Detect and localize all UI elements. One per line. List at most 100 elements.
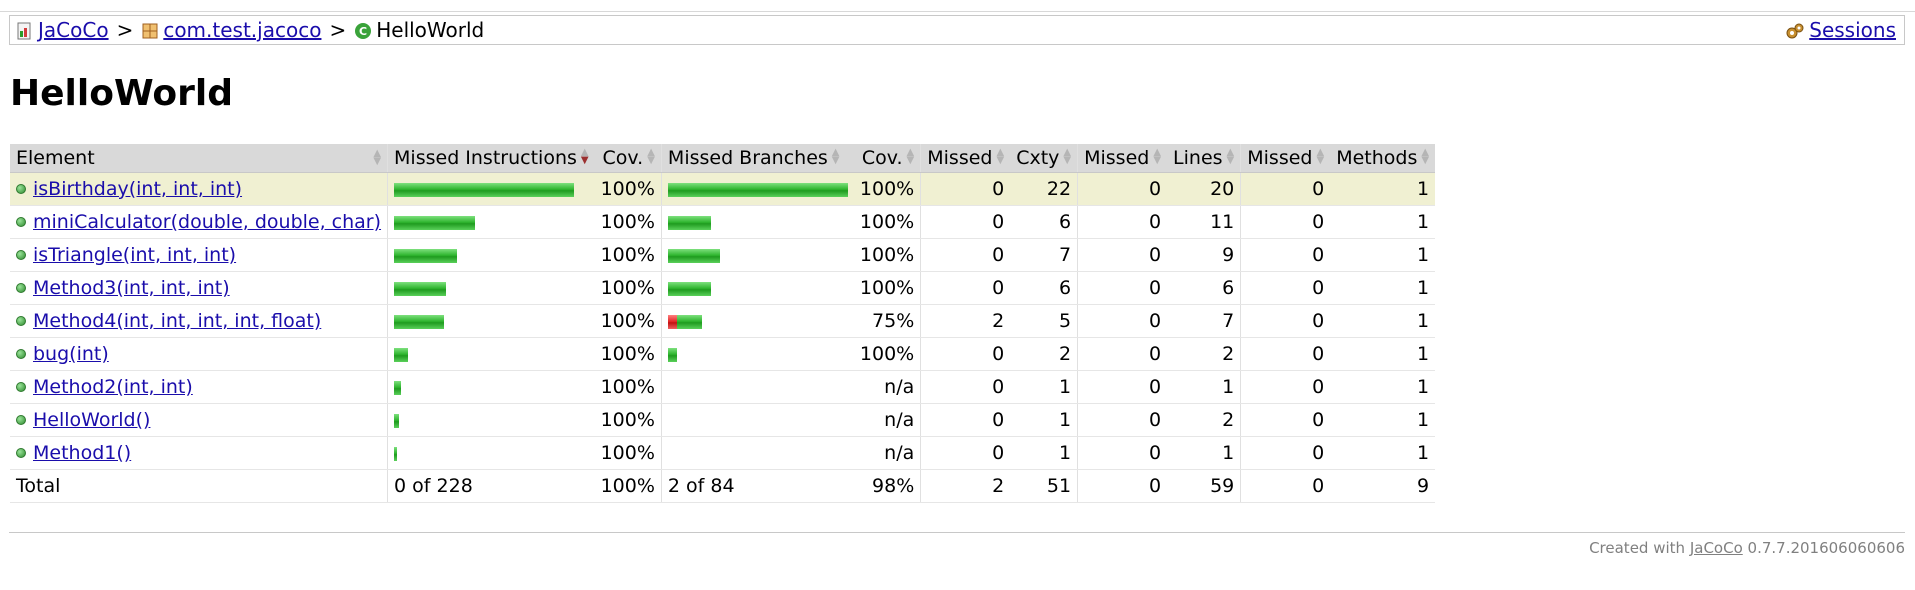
lines: 6	[1167, 271, 1241, 305]
lines: 9	[1167, 238, 1241, 272]
column-header-complexity[interactable]: Cxty ▲ ▼	[1010, 144, 1078, 173]
element-cell: Method4(int, int, int, int, float)	[10, 304, 388, 338]
methods: 1	[1330, 370, 1436, 404]
missed-lines: 0	[1077, 205, 1168, 239]
complexity: 1	[1010, 370, 1078, 404]
element-cell: miniCalculator(double, double, char)	[10, 205, 388, 239]
method-link[interactable]: Method2(int, int)	[33, 376, 193, 398]
footer-jacoco-link[interactable]: JaCoCo	[1690, 539, 1743, 557]
top-divider	[0, 11, 1915, 12]
instructions-bar-cell	[387, 337, 595, 371]
footer: Created with JaCoCo 0.7.7.201606060606	[1589, 539, 1905, 557]
instructions-coverage: 100%	[594, 304, 662, 338]
branches-covered-bar	[667, 347, 677, 362]
instructions-coverage: 100%	[594, 337, 662, 371]
lines: 1	[1167, 436, 1241, 470]
branches-coverage: 100%	[853, 337, 921, 371]
complexity: 2	[1010, 337, 1078, 371]
column-header-instructions-coverage[interactable]: Cov. ▲ ▼	[594, 144, 662, 173]
branches-coverage: 75%	[853, 304, 921, 338]
method-link[interactable]: Method3(int, int, int)	[33, 277, 230, 299]
branches-coverage: n/a	[853, 370, 921, 404]
sessions-icon	[1785, 19, 1805, 47]
branches-bar-cell	[660, 370, 854, 404]
method-link[interactable]: isTriangle(int, int, int)	[33, 244, 236, 266]
branches-covered-bar	[667, 182, 848, 197]
column-header-element[interactable]: Element ▲ ▼	[10, 144, 388, 173]
missed-complexity: 0	[920, 337, 1011, 371]
instructions-covered-bar	[394, 380, 402, 395]
branches-bar-cell	[660, 238, 854, 272]
breadcrumb-current: HelloWorld	[376, 18, 485, 42]
instructions-covered-bar	[394, 347, 409, 362]
complexity: 5	[1010, 304, 1078, 338]
total-instructions: 0 of 228	[387, 469, 595, 503]
table-row: Method1() 100% n/a 0 1 0 1 0 1	[10, 436, 1436, 470]
method-icon	[16, 184, 26, 194]
method-icon	[16, 448, 26, 458]
footer-divider	[9, 532, 1905, 533]
missed-complexity: 0	[920, 436, 1011, 470]
lines: 2	[1167, 337, 1241, 371]
sort-icon: ▲ ▼	[373, 148, 382, 167]
branches-bar-cell	[660, 304, 854, 338]
sort-icon: ▲ ▼	[647, 147, 655, 166]
missed-lines: 0	[1077, 238, 1168, 272]
sort-icon: ▲ ▼	[1316, 147, 1325, 166]
column-header-missed-lines[interactable]: Missed ▲ ▼	[1077, 144, 1168, 173]
branches-missed-bar	[667, 314, 677, 329]
instructions-coverage: 100%	[594, 205, 662, 239]
sessions-link[interactable]: Sessions	[1809, 18, 1896, 42]
element-cell: Method3(int, int, int)	[10, 271, 388, 305]
instructions-covered-bar	[394, 182, 575, 197]
method-icon	[16, 217, 26, 227]
method-link[interactable]: isBirthday(int, int, int)	[33, 178, 242, 200]
complexity: 22	[1010, 172, 1078, 206]
total-branches-coverage: 98%	[853, 469, 921, 503]
missed-complexity: 2	[920, 304, 1011, 338]
column-header-missed-methods[interactable]: Missed ▲ ▼	[1240, 144, 1331, 173]
missed-methods: 0	[1240, 238, 1331, 272]
methods: 1	[1330, 238, 1436, 272]
method-icon	[16, 382, 26, 392]
footer-version: 0.7.7.201606060606	[1747, 539, 1905, 557]
column-header-missed-instructions[interactable]: Missed Instructions ▲ ▼	[387, 144, 595, 173]
breadcrumb-separator: >	[329, 18, 347, 42]
column-header-missed-branches[interactable]: Missed Branches ▲ ▼	[660, 144, 854, 173]
breadcrumb-package-link[interactable]: com.test.jacoco	[163, 18, 321, 42]
table-row: miniCalculator(double, double, char) 100%…	[10, 205, 1436, 239]
table-row: Method3(int, int, int) 100% 100% 0 6 0 6 0 1	[10, 271, 1436, 305]
element-cell: bug(int)	[10, 337, 388, 371]
missed-complexity: 0	[920, 370, 1011, 404]
total-missed-methods: 0	[1240, 469, 1331, 503]
instructions-covered-bar	[394, 446, 398, 461]
sort-icon: ▲ ▼	[1226, 147, 1235, 166]
method-link[interactable]: miniCalculator(double, double, char)	[33, 211, 381, 233]
breadcrumb-jacoco-link[interactable]: JaCoCo	[38, 18, 109, 42]
method-link[interactable]: Method1()	[33, 442, 131, 464]
branches-coverage: n/a	[853, 403, 921, 437]
lines: 2	[1167, 403, 1241, 437]
instructions-coverage: 100%	[594, 403, 662, 437]
method-link[interactable]: Method4(int, int, int, int, float)	[33, 310, 321, 332]
column-header-methods[interactable]: Methods ▲ ▼	[1330, 144, 1436, 173]
column-header-branches-coverage[interactable]: Cov. ▲ ▼	[853, 144, 921, 173]
missed-methods: 0	[1240, 205, 1331, 239]
column-header-lines[interactable]: Lines ▲ ▼	[1167, 144, 1241, 173]
method-icon	[16, 349, 26, 359]
total-methods: 9	[1330, 469, 1436, 503]
instructions-coverage: 100%	[594, 370, 662, 404]
methods: 1	[1330, 436, 1436, 470]
methods: 1	[1330, 337, 1436, 371]
column-header-missed-complexity[interactable]: Missed ▲ ▼	[920, 144, 1011, 173]
method-link[interactable]: bug(int)	[33, 343, 109, 365]
method-icon	[16, 415, 26, 425]
branches-coverage: 100%	[853, 172, 921, 206]
instructions-covered-bar	[394, 314, 445, 329]
element-cell: Method2(int, int)	[10, 370, 388, 404]
missed-lines: 0	[1077, 436, 1168, 470]
method-link[interactable]: HelloWorld()	[33, 409, 150, 431]
complexity: 6	[1010, 271, 1078, 305]
table-row: bug(int) 100% 100% 0 2 0 2 0 1	[10, 337, 1436, 371]
total-branches: 2 of 84	[660, 469, 854, 503]
